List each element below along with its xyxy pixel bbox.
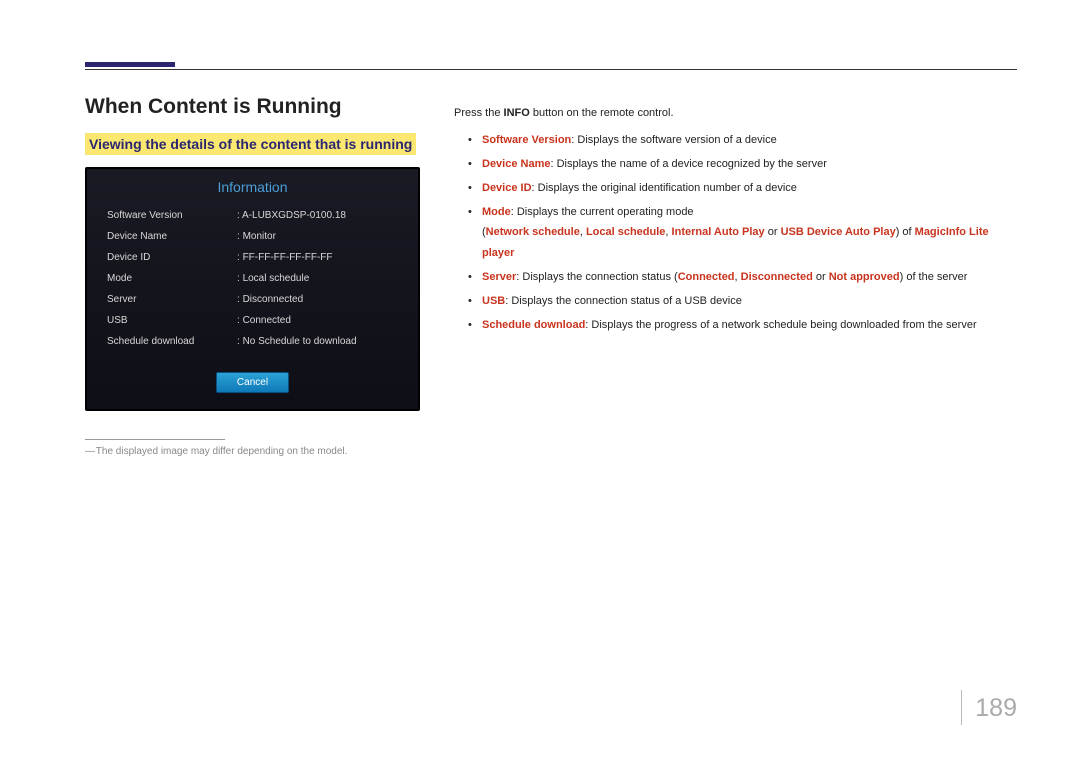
desc-term: Server bbox=[482, 271, 516, 283]
info-label: Server bbox=[107, 294, 237, 305]
page-number: 189 bbox=[975, 694, 1017, 723]
intro-post: button on the remote control. bbox=[530, 107, 674, 119]
desc-text: : Displays the current operating mode bbox=[511, 206, 694, 218]
desc-text: : Displays the name of a device recogniz… bbox=[551, 158, 827, 170]
desc-item-mode: Mode: Displays the current operating mod… bbox=[468, 202, 1014, 223]
desc-term: Schedule download bbox=[482, 319, 585, 331]
desc-term: Device Name bbox=[482, 158, 551, 170]
intro-line: Press the INFO button on the remote cont… bbox=[454, 103, 1014, 124]
page-top-rule bbox=[85, 69, 1017, 70]
info-value: No Schedule to download bbox=[237, 336, 357, 347]
sep: or bbox=[765, 226, 781, 238]
mode-opt: Network schedule bbox=[486, 226, 580, 238]
paren-close: ) of bbox=[896, 226, 915, 238]
footnote-rule bbox=[85, 439, 225, 440]
desc-text: : Displays the progress of a network sch… bbox=[585, 319, 976, 331]
footnote: The displayed image may differ depending… bbox=[85, 446, 430, 457]
desc-term: Software Version bbox=[482, 134, 571, 146]
desc-item-schedule-download: Schedule download: Displays the progress… bbox=[468, 315, 1014, 336]
desc-item-device-name: Device Name: Displays the name of a devi… bbox=[468, 154, 1014, 175]
info-row-schedule-download: Schedule downloadNo Schedule to download bbox=[107, 331, 398, 352]
sep: or bbox=[813, 271, 829, 283]
description-list: Software Version: Displays the software … bbox=[454, 130, 1014, 223]
right-column: Press the INFO button on the remote cont… bbox=[454, 103, 1014, 339]
intro-pre: Press the bbox=[454, 107, 504, 119]
info-label: USB bbox=[107, 315, 237, 326]
info-label: Device Name bbox=[107, 231, 237, 242]
desc-term: Device ID bbox=[482, 182, 532, 194]
cancel-button[interactable]: Cancel bbox=[216, 372, 289, 393]
information-panel: Information Software VersionA-LUBXGDSP-0… bbox=[85, 167, 420, 411]
accent-bar bbox=[85, 62, 175, 67]
status-opt: Disconnected bbox=[741, 271, 813, 283]
info-value: Disconnected bbox=[237, 294, 303, 305]
status-opt: Connected bbox=[678, 271, 735, 283]
info-row-device-id: Device IDFF-FF-FF-FF-FF-FF bbox=[107, 247, 398, 268]
info-row-device-name: Device NameMonitor bbox=[107, 226, 398, 247]
info-row-server: ServerDisconnected bbox=[107, 289, 398, 310]
info-label: Mode bbox=[107, 273, 237, 284]
desc-term: Mode bbox=[482, 206, 511, 218]
mode-opt: Local schedule bbox=[586, 226, 665, 238]
desc-post: ) of the server bbox=[900, 271, 968, 283]
mode-opt: Internal Auto Play bbox=[672, 226, 765, 238]
desc-item-usb: USB: Displays the connection status of a… bbox=[468, 291, 1014, 312]
info-label: Schedule download bbox=[107, 336, 237, 347]
mode-opt: USB Device Auto Play bbox=[781, 226, 896, 238]
info-value: A-LUBXGDSP-0100.18 bbox=[237, 210, 346, 221]
desc-item-device-id: Device ID: Displays the original identif… bbox=[468, 178, 1014, 199]
intro-button-name: INFO bbox=[504, 107, 530, 119]
desc-item-software-version: Software Version: Displays the software … bbox=[468, 130, 1014, 151]
desc-pre: : Displays the connection status ( bbox=[516, 271, 677, 283]
information-panel-title: Information bbox=[87, 169, 418, 205]
desc-text: : Displays the software version of a dev… bbox=[571, 134, 776, 146]
info-row-mode: ModeLocal schedule bbox=[107, 268, 398, 289]
info-value: FF-FF-FF-FF-FF-FF bbox=[237, 252, 333, 263]
subsection-title: Viewing the details of the content that … bbox=[85, 133, 416, 155]
left-column: When Content is Running Viewing the deta… bbox=[85, 95, 430, 457]
info-row-software-version: Software VersionA-LUBXGDSP-0100.18 bbox=[107, 205, 398, 226]
info-value: Monitor bbox=[237, 231, 276, 242]
info-row-usb: USBConnected bbox=[107, 310, 398, 331]
info-label: Device ID bbox=[107, 252, 237, 263]
description-list-2: Server: Displays the connection status (… bbox=[454, 267, 1014, 336]
desc-item-server: Server: Displays the connection status (… bbox=[468, 267, 1014, 288]
mode-sub-line: (Network schedule, Local schedule, Inter… bbox=[454, 222, 1014, 264]
desc-text: : Displays the connection status of a US… bbox=[505, 295, 742, 307]
section-title: When Content is Running bbox=[85, 95, 430, 119]
status-opt: Not approved bbox=[829, 271, 900, 283]
desc-term: USB bbox=[482, 295, 505, 307]
information-rows: Software VersionA-LUBXGDSP-0100.18 Devic… bbox=[87, 205, 418, 364]
desc-text: : Displays the original identification n… bbox=[532, 182, 797, 194]
cancel-button-wrap: Cancel bbox=[87, 364, 418, 409]
info-value: Local schedule bbox=[237, 273, 309, 284]
info-value: Connected bbox=[237, 315, 291, 326]
info-label: Software Version bbox=[107, 210, 237, 221]
